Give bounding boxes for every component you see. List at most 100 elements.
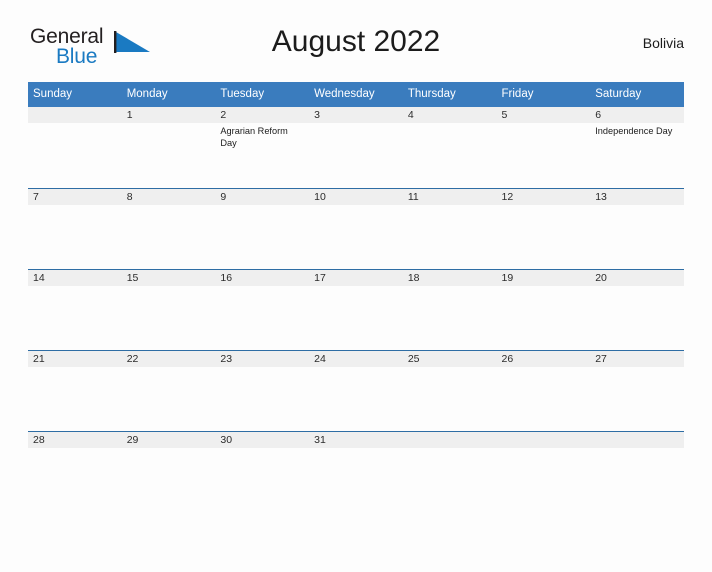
day-cell-inner: 15 xyxy=(121,269,216,350)
region-label: Bolivia xyxy=(642,35,684,51)
day-cell-inner: 8 xyxy=(121,188,216,269)
day-number: 22 xyxy=(121,351,216,367)
day-cell-inner: 14 xyxy=(28,269,122,350)
calendar-day-cell[interactable] xyxy=(590,431,684,512)
calendar-day-cell[interactable]: 11 xyxy=(402,188,497,269)
calendar-day-cell[interactable]: 26 xyxy=(496,350,591,431)
calendar-day-cell[interactable]: 10 xyxy=(309,188,403,269)
day-number: 30 xyxy=(215,432,310,448)
day-number: 24 xyxy=(309,351,403,367)
weekday-header-thursday: Thursday xyxy=(402,82,497,107)
day-number: 10 xyxy=(309,189,403,205)
day-cell-inner: 11 xyxy=(402,188,497,269)
day-cell-inner: 16 xyxy=(215,269,310,350)
calendar-day-cell[interactable]: 19 xyxy=(496,269,591,350)
calendar-week-row: 21 22 23 24 25 26 27 xyxy=(28,350,684,431)
calendar-day-cell[interactable]: 5 xyxy=(496,107,591,188)
calendar-week-row: 7 8 9 10 11 12 13 xyxy=(28,188,684,269)
day-cell-inner: 5 xyxy=(496,107,591,188)
calendar-page: General Blue August 2022 Bolivia Sunday … xyxy=(0,22,712,572)
calendar-day-cell[interactable]: 30 xyxy=(215,431,310,512)
calendar-day-cell[interactable]: 12 xyxy=(496,188,591,269)
calendar-day-cell[interactable]: 31 xyxy=(309,431,403,512)
day-number: 28 xyxy=(28,432,122,448)
calendar-day-cell[interactable]: 27 xyxy=(590,350,684,431)
calendar-day-cell[interactable] xyxy=(28,107,122,188)
calendar-day-cell[interactable]: 4 xyxy=(402,107,497,188)
calendar-day-cell[interactable]: 6 Independence Day xyxy=(590,107,684,188)
calendar-day-cell[interactable]: 15 xyxy=(121,269,216,350)
calendar-day-cell[interactable]: 23 xyxy=(215,350,310,431)
calendar-day-cell[interactable]: 17 xyxy=(309,269,403,350)
day-number: 2 xyxy=(215,107,310,123)
day-cell-inner: 23 xyxy=(215,350,310,431)
day-number: 4 xyxy=(402,107,497,123)
calendar-day-cell[interactable]: 21 xyxy=(28,350,122,431)
day-cell-inner: 25 xyxy=(402,350,497,431)
day-cell-inner: 4 xyxy=(402,107,497,188)
calendar-week-row: 28 29 30 31 xyxy=(28,431,684,512)
day-number: 20 xyxy=(590,270,684,286)
day-cell-inner: 30 xyxy=(215,431,310,512)
calendar-day-cell[interactable]: 28 xyxy=(28,431,122,512)
day-number: 7 xyxy=(28,189,122,205)
day-number: 6 xyxy=(590,107,684,123)
calendar-day-cell[interactable]: 25 xyxy=(402,350,497,431)
day-number: 8 xyxy=(121,189,216,205)
calendar-day-cell[interactable]: 22 xyxy=(121,350,216,431)
day-cell-inner: 26 xyxy=(496,350,591,431)
weekday-header-wednesday: Wednesday xyxy=(309,82,403,107)
calendar-day-cell[interactable]: 3 xyxy=(309,107,403,188)
day-number xyxy=(28,107,122,123)
day-cell-inner: 13 xyxy=(590,188,684,269)
day-cell-inner: 18 xyxy=(402,269,497,350)
day-number xyxy=(496,432,591,448)
calendar-day-cell[interactable]: 14 xyxy=(28,269,122,350)
calendar-day-cell[interactable]: 18 xyxy=(402,269,497,350)
calendar-day-cell[interactable]: 24 xyxy=(309,350,403,431)
calendar-body: 1 2 Agrarian Reform Day 3 4 5 6 Independence Da… xyxy=(28,107,684,512)
day-cell-inner: 28 xyxy=(28,431,122,512)
calendar-day-cell[interactable]: 13 xyxy=(590,188,684,269)
day-cell-inner: 22 xyxy=(121,350,216,431)
day-number: 3 xyxy=(309,107,403,123)
weekday-header-tuesday: Tuesday xyxy=(215,82,310,107)
calendar-day-cell[interactable] xyxy=(496,431,591,512)
day-number: 19 xyxy=(496,270,591,286)
calendar-day-cell[interactable]: 1 xyxy=(121,107,216,188)
day-cell-inner: 19 xyxy=(496,269,591,350)
day-cell-inner: 3 xyxy=(309,107,403,188)
calendar-day-cell[interactable]: 7 xyxy=(28,188,122,269)
day-cell-inner: 31 xyxy=(309,431,403,512)
day-cell-inner: 9 xyxy=(215,188,310,269)
day-number: 16 xyxy=(215,270,310,286)
day-number: 23 xyxy=(215,351,310,367)
calendar-grid: Sunday Monday Tuesday Wednesday Thursday… xyxy=(28,82,684,512)
day-cell-inner: 27 xyxy=(590,350,684,431)
calendar-day-cell[interactable]: 29 xyxy=(121,431,216,512)
calendar-day-cell[interactable]: 2 Agrarian Reform Day xyxy=(215,107,310,188)
day-number: 15 xyxy=(121,270,216,286)
day-number: 5 xyxy=(496,107,591,123)
day-number: 11 xyxy=(402,189,497,205)
day-cell-inner: 29 xyxy=(121,431,216,512)
day-cell-inner xyxy=(402,431,497,512)
day-cell-inner: 24 xyxy=(309,350,403,431)
calendar-day-cell[interactable] xyxy=(402,431,497,512)
calendar-day-cell[interactable]: 9 xyxy=(215,188,310,269)
weekday-header-monday: Monday xyxy=(121,82,216,107)
calendar-day-cell[interactable]: 16 xyxy=(215,269,310,350)
calendar-day-cell[interactable]: 20 xyxy=(590,269,684,350)
day-number: 25 xyxy=(402,351,497,367)
day-cell-inner xyxy=(496,431,591,512)
day-number: 18 xyxy=(402,270,497,286)
day-cell-inner: 1 xyxy=(121,107,216,188)
calendar-week-row: 1 2 Agrarian Reform Day 3 4 5 6 Independence Da… xyxy=(28,107,684,188)
day-event-label: Independence Day xyxy=(595,126,673,136)
weekday-header-sunday: Sunday xyxy=(28,82,122,107)
day-number: 9 xyxy=(215,189,310,205)
calendar-day-cell[interactable]: 8 xyxy=(121,188,216,269)
day-number: 13 xyxy=(590,189,684,205)
day-number xyxy=(402,432,497,448)
weekday-header-friday: Friday xyxy=(496,82,591,107)
